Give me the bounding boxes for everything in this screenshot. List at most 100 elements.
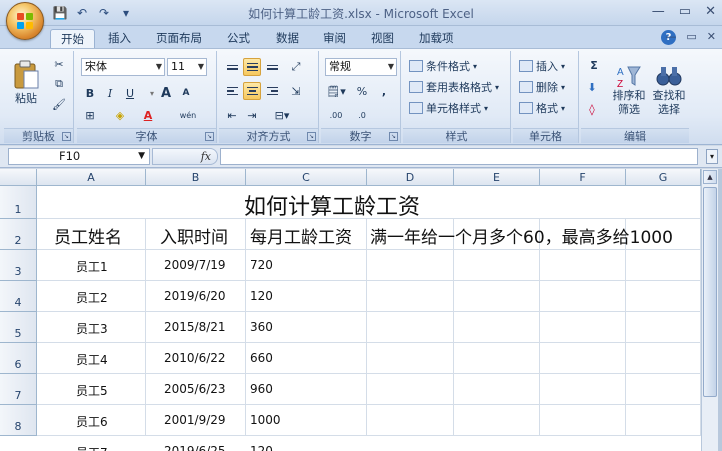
align-bottom-icon[interactable] [263,58,281,76]
font-launcher-icon[interactable]: ↘ [205,132,214,141]
comma-button[interactable]: , [375,82,393,100]
decrease-indent-icon[interactable]: ⇤ [223,106,241,124]
align-left-icon[interactable] [223,82,241,100]
format-as-table-button[interactable]: 套用表格格式 ▾ [409,79,499,95]
cell[interactable] [454,281,540,312]
number-launcher-icon[interactable]: ↘ [389,132,398,141]
tab-view[interactable]: 视图 [361,29,404,48]
orientation-icon[interactable]: ⤢ [287,58,305,76]
row-header-1[interactable]: 1 [0,186,37,219]
tab-formulas[interactable]: 公式 [217,29,260,48]
cell[interactable] [540,343,626,374]
percent-button[interactable]: % [353,82,371,100]
row-header-8[interactable]: 8 [0,405,37,436]
row-header-7[interactable]: 7 [0,374,37,405]
row-header-4[interactable]: 4 [0,281,37,312]
grow-font-button[interactable]: A [157,84,175,102]
expand-formula-bar-icon[interactable]: ▾ [706,149,718,164]
workbook-close-button[interactable]: ✕ [707,30,716,43]
name-box[interactable]: F10 ▼ [8,148,150,165]
tab-review[interactable]: 审阅 [313,29,356,48]
cell[interactable] [540,312,626,343]
cell-styles-button[interactable]: 单元格样式 ▾ [409,100,488,116]
cell[interactable] [367,312,454,343]
formula-input[interactable] [220,148,698,165]
column-header-c[interactable]: C [246,169,367,186]
find-select-button[interactable]: 查找和 选择 [649,55,689,125]
font-name-dropdown[interactable]: 宋体 ▼ [81,58,165,76]
align-middle-icon[interactable] [243,58,261,76]
format-cells-button[interactable]: 格式 ▾ [519,100,565,116]
bold-button[interactable]: B [81,84,99,102]
vertical-scrollbar[interactable]: ▲ [701,169,718,451]
wrap-text-icon[interactable]: ⇲ [287,82,305,100]
autosum-button[interactable]: Σ [583,56,605,74]
cell[interactable] [367,405,454,436]
fill-color-icon[interactable]: ◈ [111,106,129,124]
italic-button[interactable]: I [101,84,119,102]
alignment-launcher-icon[interactable]: ↘ [307,132,316,141]
column-header-d[interactable]: D [367,169,454,186]
column-header-b[interactable]: B [146,169,246,186]
tab-data[interactable]: 数据 [266,29,309,48]
cell[interactable] [367,374,454,405]
tab-insert[interactable]: 插入 [98,29,141,48]
cell[interactable] [367,281,454,312]
font-color-button[interactable]: A [139,106,157,124]
scroll-up-icon[interactable]: ▲ [703,170,717,184]
shrink-font-button[interactable]: A [177,84,195,102]
number-format-dropdown[interactable]: 常规 ▼ [325,58,397,76]
cut-icon[interactable]: ✂ [50,55,68,73]
row-header-2[interactable]: 2 [0,219,37,250]
column-header-e[interactable]: E [454,169,540,186]
phonetic-button[interactable]: wén [175,106,201,124]
select-all-corner[interactable] [0,169,37,186]
currency-icon[interactable]: 🗒▾ [325,82,347,100]
column-header-g[interactable]: G [626,169,701,186]
font-size-dropdown[interactable]: 11 ▼ [167,58,207,76]
increase-indent-icon[interactable]: ⇥ [243,106,261,124]
cell[interactable] [626,312,701,343]
cell[interactable] [626,281,701,312]
paste-button[interactable]: 粘贴 [8,55,44,110]
workbook-restore-button[interactable]: ▭ [686,30,696,43]
cell[interactable] [626,405,701,436]
align-top-icon[interactable] [223,58,241,76]
maximize-button[interactable]: ▭ [679,4,691,19]
office-button[interactable] [6,2,44,40]
cell[interactable] [454,374,540,405]
delete-cells-button[interactable]: 删除 ▾ [519,79,565,95]
underline-button[interactable]: U [121,84,139,102]
cell[interactable] [540,374,626,405]
decrease-decimal-button[interactable]: .0 [351,106,373,124]
cell[interactable] [540,405,626,436]
tab-addins[interactable]: 加载项 [409,29,464,48]
cell[interactable] [454,405,540,436]
cell[interactable] [626,250,701,281]
row-header-6[interactable]: 6 [0,343,37,374]
column-header-f[interactable]: F [540,169,626,186]
copy-icon[interactable]: ⧉ [50,75,68,93]
workbook-minimize-button[interactable]: — [665,30,676,43]
cell[interactable] [367,250,454,281]
close-button[interactable]: ✕ [705,4,716,19]
cell[interactable] [540,250,626,281]
cell[interactable] [626,374,701,405]
tab-page-layout[interactable]: 页面布局 [146,29,212,48]
cell[interactable] [454,343,540,374]
scroll-thumb[interactable] [703,187,717,397]
merge-center-icon[interactable]: ⊟▾ [269,106,295,124]
border-icon[interactable]: ⊞ [81,106,99,124]
insert-function-button[interactable]: fx [201,150,211,163]
align-center-icon[interactable] [243,82,261,100]
clear-icon[interactable]: ◊ [583,100,601,118]
format-painter-icon[interactable]: 🖌 [50,95,68,113]
column-header-a[interactable]: A [37,169,146,186]
tab-home[interactable]: 开始 [50,29,95,48]
fill-icon[interactable]: ⬇ [583,78,601,96]
align-right-icon[interactable] [263,82,281,100]
minimize-button[interactable]: — [652,4,665,19]
sort-filter-button[interactable]: AZ 排序和 筛选 [609,55,649,125]
insert-cells-button[interactable]: 插入 ▾ [519,58,565,74]
row-header-3[interactable]: 3 [0,250,37,281]
